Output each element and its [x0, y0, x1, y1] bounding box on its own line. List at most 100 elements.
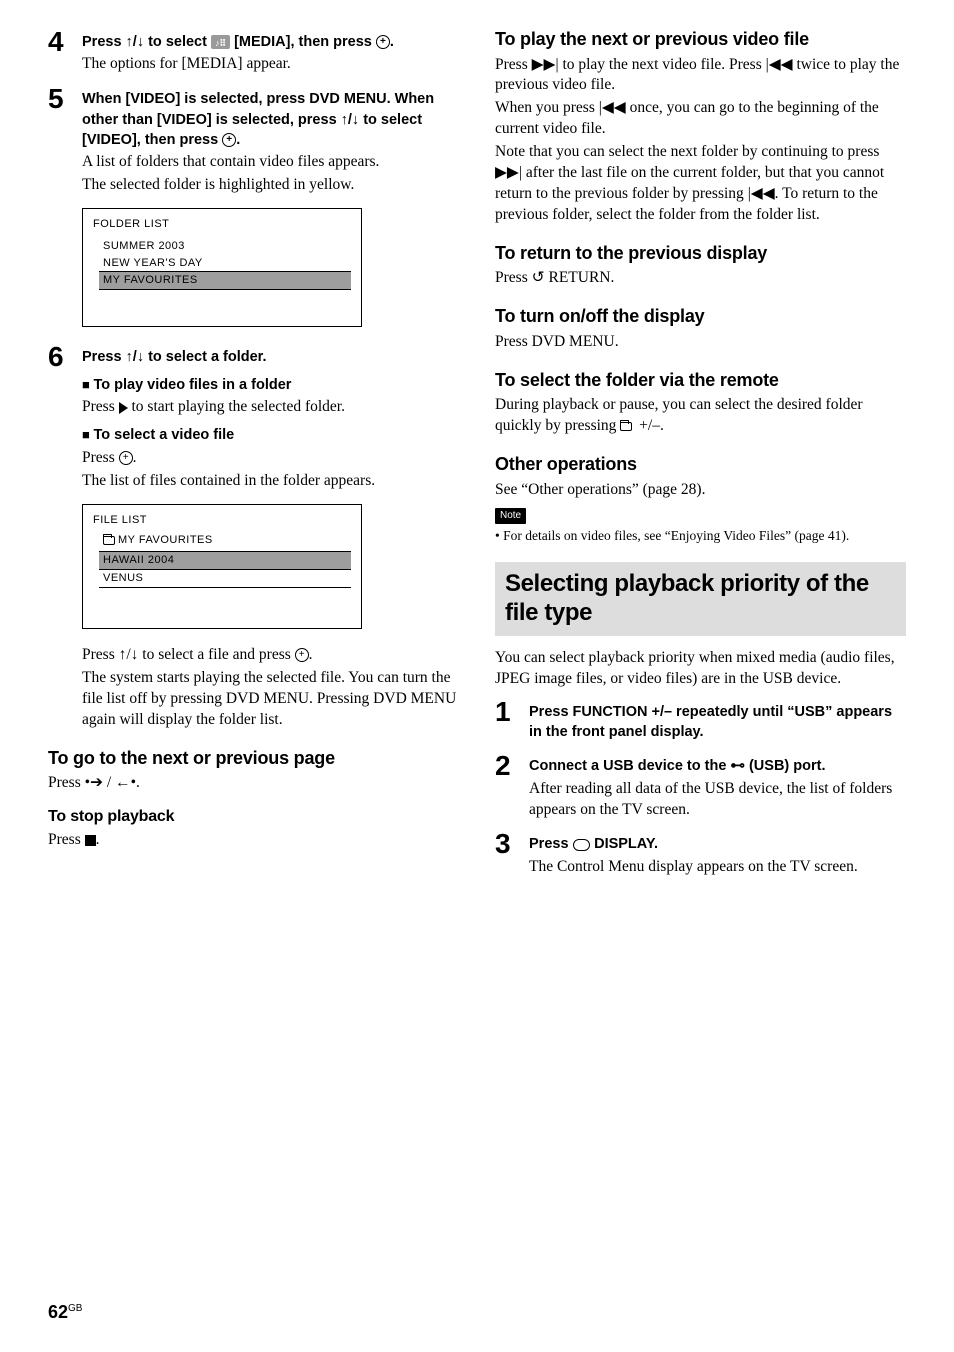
next-track-icon: ▶▶|: [495, 164, 522, 181]
text: to select a file and press: [138, 646, 294, 663]
step-number: 5: [48, 85, 70, 196]
sub2-body2: The list of files contained in the folde…: [82, 471, 459, 492]
display-button-icon: [573, 839, 591, 851]
step4-body: The options for [MEDIA] appear.: [82, 54, 459, 75]
file-list-screen: FILE LIST MY FAVOURITES HAWAII 2004 VENU…: [82, 504, 362, 629]
text: to play the next video file. Press: [559, 56, 766, 73]
stop-icon: [85, 835, 96, 846]
step-number: 3: [495, 830, 517, 877]
up-arrow-icon: ↑: [126, 34, 133, 50]
dot-right-icon: •➔: [85, 774, 103, 791]
folder-list-screen: FOLDER LIST SUMMER 2003 NEW YEAR'S DAY M…: [82, 208, 362, 327]
step-number: 2: [495, 752, 517, 820]
usb-icon: ⊷: [730, 758, 745, 774]
folder-row: MY FAVOURITES: [99, 533, 351, 551]
enter-icon: +: [119, 451, 133, 465]
enter-icon: +: [222, 133, 236, 147]
text: .: [133, 449, 137, 466]
folder-icon: [103, 536, 115, 545]
heading-other-ops: Other operations: [495, 453, 906, 476]
text: .: [96, 831, 100, 848]
next-track-icon: ▶▶|: [532, 56, 559, 73]
list-item-selected: HAWAII 2004: [99, 552, 351, 570]
text: DISPLAY.: [590, 836, 658, 852]
text: Press: [82, 398, 119, 415]
note-badge: Note: [495, 508, 526, 524]
text: to start playing the selected folder.: [128, 398, 345, 415]
prev-track-icon: |◀◀: [748, 185, 775, 202]
rstep3-body: The Control Menu display appears on the …: [529, 857, 906, 878]
play-icon: [119, 402, 128, 414]
right-step-1: 1 Press FUNCTION +/– repeatedly until “U…: [495, 698, 906, 743]
play-p2: When you press |◀◀ once, you can go to t…: [495, 98, 906, 140]
text: /: [103, 774, 115, 791]
text: Press: [82, 34, 126, 50]
onoff-body: Press DVD MENU.: [495, 332, 906, 353]
step-number: 1: [495, 698, 517, 743]
text: Press: [529, 836, 573, 852]
screen-title: FOLDER LIST: [93, 217, 351, 232]
text: .: [136, 774, 140, 791]
right-step-3: 3 Press DISPLAY. The Control Menu displa…: [495, 830, 906, 877]
step5-body1: A list of folders that contain video fil…: [82, 152, 459, 173]
right-step-2: 2 Connect a USB device to the ⊷ (USB) po…: [495, 752, 906, 820]
sub-heading-play-folder: To play video files in a folder: [82, 376, 459, 396]
heading-next-prev-page: To go to the next or previous page: [48, 747, 459, 770]
media-icon: ♪⠿: [211, 35, 230, 49]
text: [MEDIA], then press: [234, 34, 376, 50]
text: When you press: [495, 99, 599, 116]
text: During playback or pause, you can select…: [495, 396, 863, 434]
list-item: SUMMER 2003: [99, 238, 351, 255]
select-folder-body: During playback or pause, you can select…: [495, 395, 906, 437]
section-title-box: Selecting playback priority of the file …: [495, 562, 906, 636]
next-prev-body: Press •➔ / ←•.: [48, 773, 459, 794]
text: When [VIDEO] is selected, press DVD MENU…: [82, 91, 434, 148]
prev-track-icon: |◀◀: [599, 99, 626, 116]
note-text: For details on video files, see “Enjoyin…: [495, 527, 906, 545]
list-item: NEW YEAR'S DAY: [99, 255, 351, 273]
text: +/–.: [635, 417, 664, 434]
step-number: 4: [48, 28, 70, 75]
text: Press: [48, 774, 85, 791]
enter-icon: +: [376, 35, 390, 49]
page-number: 62GB: [48, 1300, 82, 1324]
heading-select-folder-remote: To select the folder via the remote: [495, 369, 906, 392]
step-4: 4 Press ↑/↓ to select ♪⠿ [MEDIA], then p…: [48, 28, 459, 75]
text: Press: [82, 449, 119, 466]
sub1-body: Press to start playing the selected fold…: [82, 397, 459, 418]
list-item: VENUS: [99, 570, 351, 588]
page-region: GB: [68, 1303, 82, 1314]
heading-stop-playback: To stop playback: [48, 806, 459, 828]
text: .: [309, 646, 313, 663]
sub2-body1: Press +.: [82, 448, 459, 469]
other-body: See “Other operations” (page 28).: [495, 480, 906, 501]
rstep2-instruction: Connect a USB device to the ⊷ (USB) port…: [529, 756, 906, 776]
list-item-selected: MY FAVOURITES: [99, 272, 351, 290]
play-p1: Press ▶▶| to play the next video file. P…: [495, 55, 906, 97]
step4-instruction: Press ↑/↓ to select ♪⠿ [MEDIA], then pre…: [82, 32, 459, 52]
after-screen2-p2: The system starts playing the selected f…: [82, 668, 459, 731]
text: Connect a USB device to the: [529, 758, 730, 774]
play-p3: Note that you can select the next folder…: [495, 142, 906, 226]
step-number: 6: [48, 343, 70, 491]
rstep1-instruction: Press FUNCTION +/– repeatedly until “USB…: [529, 702, 906, 743]
text: Note that you can select the next folder…: [495, 143, 879, 160]
text: Press: [48, 831, 85, 848]
prev-track-icon: |◀◀: [766, 56, 793, 73]
down-arrow-icon: ↓: [137, 34, 144, 50]
step6-instruction: Press ↑/↓ to select a folder.: [82, 347, 459, 367]
return-body: Press ↺ RETURN.: [495, 268, 906, 289]
rstep3-instruction: Press DISPLAY.: [529, 834, 906, 854]
step5-instruction: When [VIDEO] is selected, press DVD MENU…: [82, 89, 459, 150]
dot-left-icon: ←•: [115, 774, 136, 791]
text: .: [390, 34, 394, 50]
after-screen2-p1: Press ↑/↓ to select a file and press +.: [82, 645, 459, 666]
text: (USB) port.: [745, 758, 826, 774]
heading-onoff-display: To turn on/off the display: [495, 305, 906, 328]
step-6: 6 Press ↑/↓ to select a folder. To play …: [48, 343, 459, 491]
page-number-value: 62: [48, 1302, 68, 1322]
step-5: 5 When [VIDEO] is selected, press DVD ME…: [48, 85, 459, 196]
heading-return-display: To return to the previous display: [495, 242, 906, 265]
text: to select: [144, 34, 211, 50]
step5-body2: The selected folder is highlighted in ye…: [82, 175, 459, 196]
